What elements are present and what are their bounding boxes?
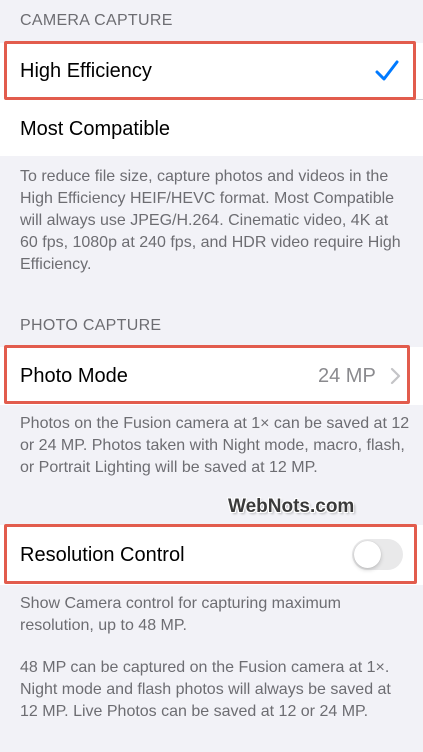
- resolution-control-footer-2: 48 MP can be captured on the Fusion came…: [20, 659, 391, 720]
- camera-formats-settings: CAMERA CAPTURE High Efficiency Most Comp…: [0, 0, 423, 752]
- resolution-control-footer: Show Camera control for capturing maximu…: [20, 595, 342, 634]
- photo-mode-row[interactable]: Photo Mode 24 MP: [0, 347, 423, 405]
- camera-capture-footer: To reduce file size, capture photos and …: [20, 168, 401, 273]
- photo-capture-header: PHOTO CAPTURE: [20, 317, 162, 334]
- most-compatible-option[interactable]: Most Compatible: [0, 100, 423, 156]
- camera-capture-header: CAMERA CAPTURE: [20, 12, 173, 29]
- photo-mode-label: Photo Mode: [20, 365, 128, 387]
- high-efficiency-option[interactable]: High Efficiency: [0, 43, 423, 100]
- high-efficiency-label: High Efficiency: [20, 60, 152, 82]
- most-compatible-label: Most Compatible: [20, 118, 171, 140]
- photo-mode-value: 24 MP: [318, 365, 376, 387]
- resolution-control-toggle[interactable]: [352, 539, 403, 570]
- checkmark-icon: [375, 60, 399, 81]
- photo-capture-footer: Photos on the Fusion camera at 1× can be…: [20, 415, 410, 476]
- resolution-control-label: Resolution Control: [20, 544, 185, 566]
- chevron-right-icon: [390, 367, 401, 385]
- webnots-watermark: WebNots.com: [228, 496, 355, 517]
- toggle-knob: [354, 541, 381, 568]
- resolution-control-row[interactable]: Resolution Control: [0, 525, 423, 585]
